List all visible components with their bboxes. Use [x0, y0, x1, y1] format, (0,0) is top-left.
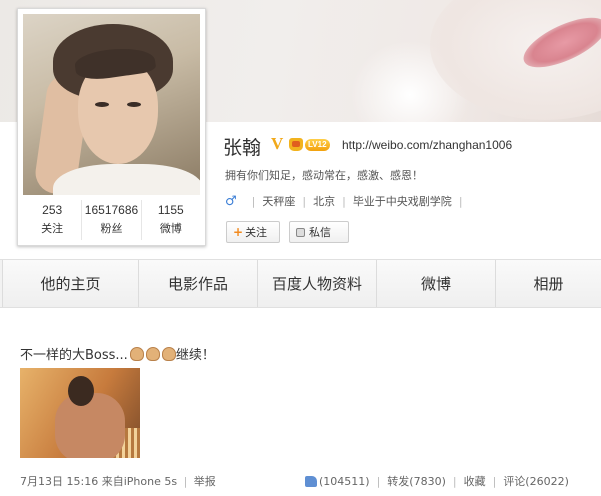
tab-films[interactable]: 电影作品: [139, 260, 258, 307]
stats-bar: 253 关注 16517686 粉丝 1155 微博: [23, 200, 200, 240]
divider: |: [492, 474, 497, 488]
like-icon[interactable]: [305, 475, 317, 487]
post-text-main: 不一样的大Boss...: [20, 348, 128, 363]
comment-button[interactable]: 评论(26022): [503, 473, 569, 489]
post-source[interactable]: 来自iPhone 5s: [102, 475, 177, 488]
follow-button[interactable]: + 关注: [226, 221, 280, 243]
muscle-emoji-icon: [161, 347, 176, 361]
stat-posts-count: 1155: [157, 203, 184, 217]
stat-followers[interactable]: 16517686 粉丝: [82, 200, 142, 240]
profile-bio: 拥有你们知足，感动常在，感激、感恩！: [225, 169, 423, 182]
divider: |: [302, 194, 307, 208]
profile-meta: ♂ | 天秤座 | 北京 | 毕业于中央戏剧学院 |: [225, 193, 470, 209]
favorite-button[interactable]: 收藏: [464, 473, 486, 489]
divider: |: [376, 474, 381, 488]
stat-following-count: 253: [42, 203, 63, 217]
profile-url-link[interactable]: http://weibo.com/zhanghan1006: [342, 138, 512, 152]
post-image[interactable]: [20, 368, 140, 458]
message-button[interactable]: 私信: [289, 221, 349, 243]
plus-icon: +: [233, 225, 244, 239]
post-text-tail: 继续！: [175, 348, 215, 363]
divider: |: [458, 194, 463, 208]
zodiac-link[interactable]: 天秤座: [262, 193, 295, 209]
city-link[interactable]: 北京: [313, 193, 335, 209]
tab-home[interactable]: 他的主页: [2, 260, 139, 307]
stat-following[interactable]: 253 关注: [23, 200, 83, 240]
divider: |: [251, 194, 256, 208]
divider: |: [183, 475, 188, 488]
profile-name: 张翰: [223, 137, 262, 159]
divider: |: [342, 194, 346, 208]
avatar-card: 253 关注 16517686 粉丝 1155 微博: [17, 8, 206, 246]
tab-baike[interactable]: 百度人物资料: [258, 260, 377, 307]
muscle-emoji-icon: [129, 347, 144, 361]
stat-followers-count: 16517686: [84, 203, 139, 217]
divider: |: [452, 474, 457, 488]
vip-crown-icon[interactable]: [289, 138, 303, 151]
repost-button[interactable]: 转发(7830): [387, 473, 446, 489]
muscle-emoji-icon: [145, 347, 160, 361]
post-actions: (104511) | 转发(7830) | 收藏 | 评论(26022): [305, 473, 569, 489]
tab-weibo[interactable]: 微博: [377, 260, 496, 307]
level-badge[interactable]: LV12: [305, 139, 330, 151]
male-icon: ♂: [225, 193, 237, 209]
profile-tabs: 他的主页 电影作品 百度人物资料 微博 相册: [0, 259, 601, 308]
stat-following-label: 关注: [41, 222, 64, 235]
report-link[interactable]: 举报: [194, 475, 216, 488]
message-button-label: 私信: [309, 226, 331, 239]
school-link[interactable]: 毕业于中央戏剧学院: [353, 193, 452, 209]
stat-followers-label: 粉丝: [100, 222, 123, 235]
verified-icon[interactable]: V: [271, 134, 283, 154]
post-meta: 7月13日 15:16 来自iPhone 5s | 举报: [20, 473, 216, 489]
stat-posts-label: 微博: [159, 222, 182, 235]
post-text: 不一样的大Boss... 继续！: [20, 344, 215, 363]
avatar[interactable]: [23, 14, 200, 195]
like-count[interactable]: (104511): [319, 475, 370, 488]
checkbox-icon: [296, 227, 305, 237]
stat-posts[interactable]: 1155 微博: [142, 200, 200, 240]
tab-album[interactable]: 相册: [496, 260, 601, 307]
follow-button-label: 关注: [245, 226, 268, 239]
post-time[interactable]: 7月13日 15:16: [20, 475, 98, 488]
